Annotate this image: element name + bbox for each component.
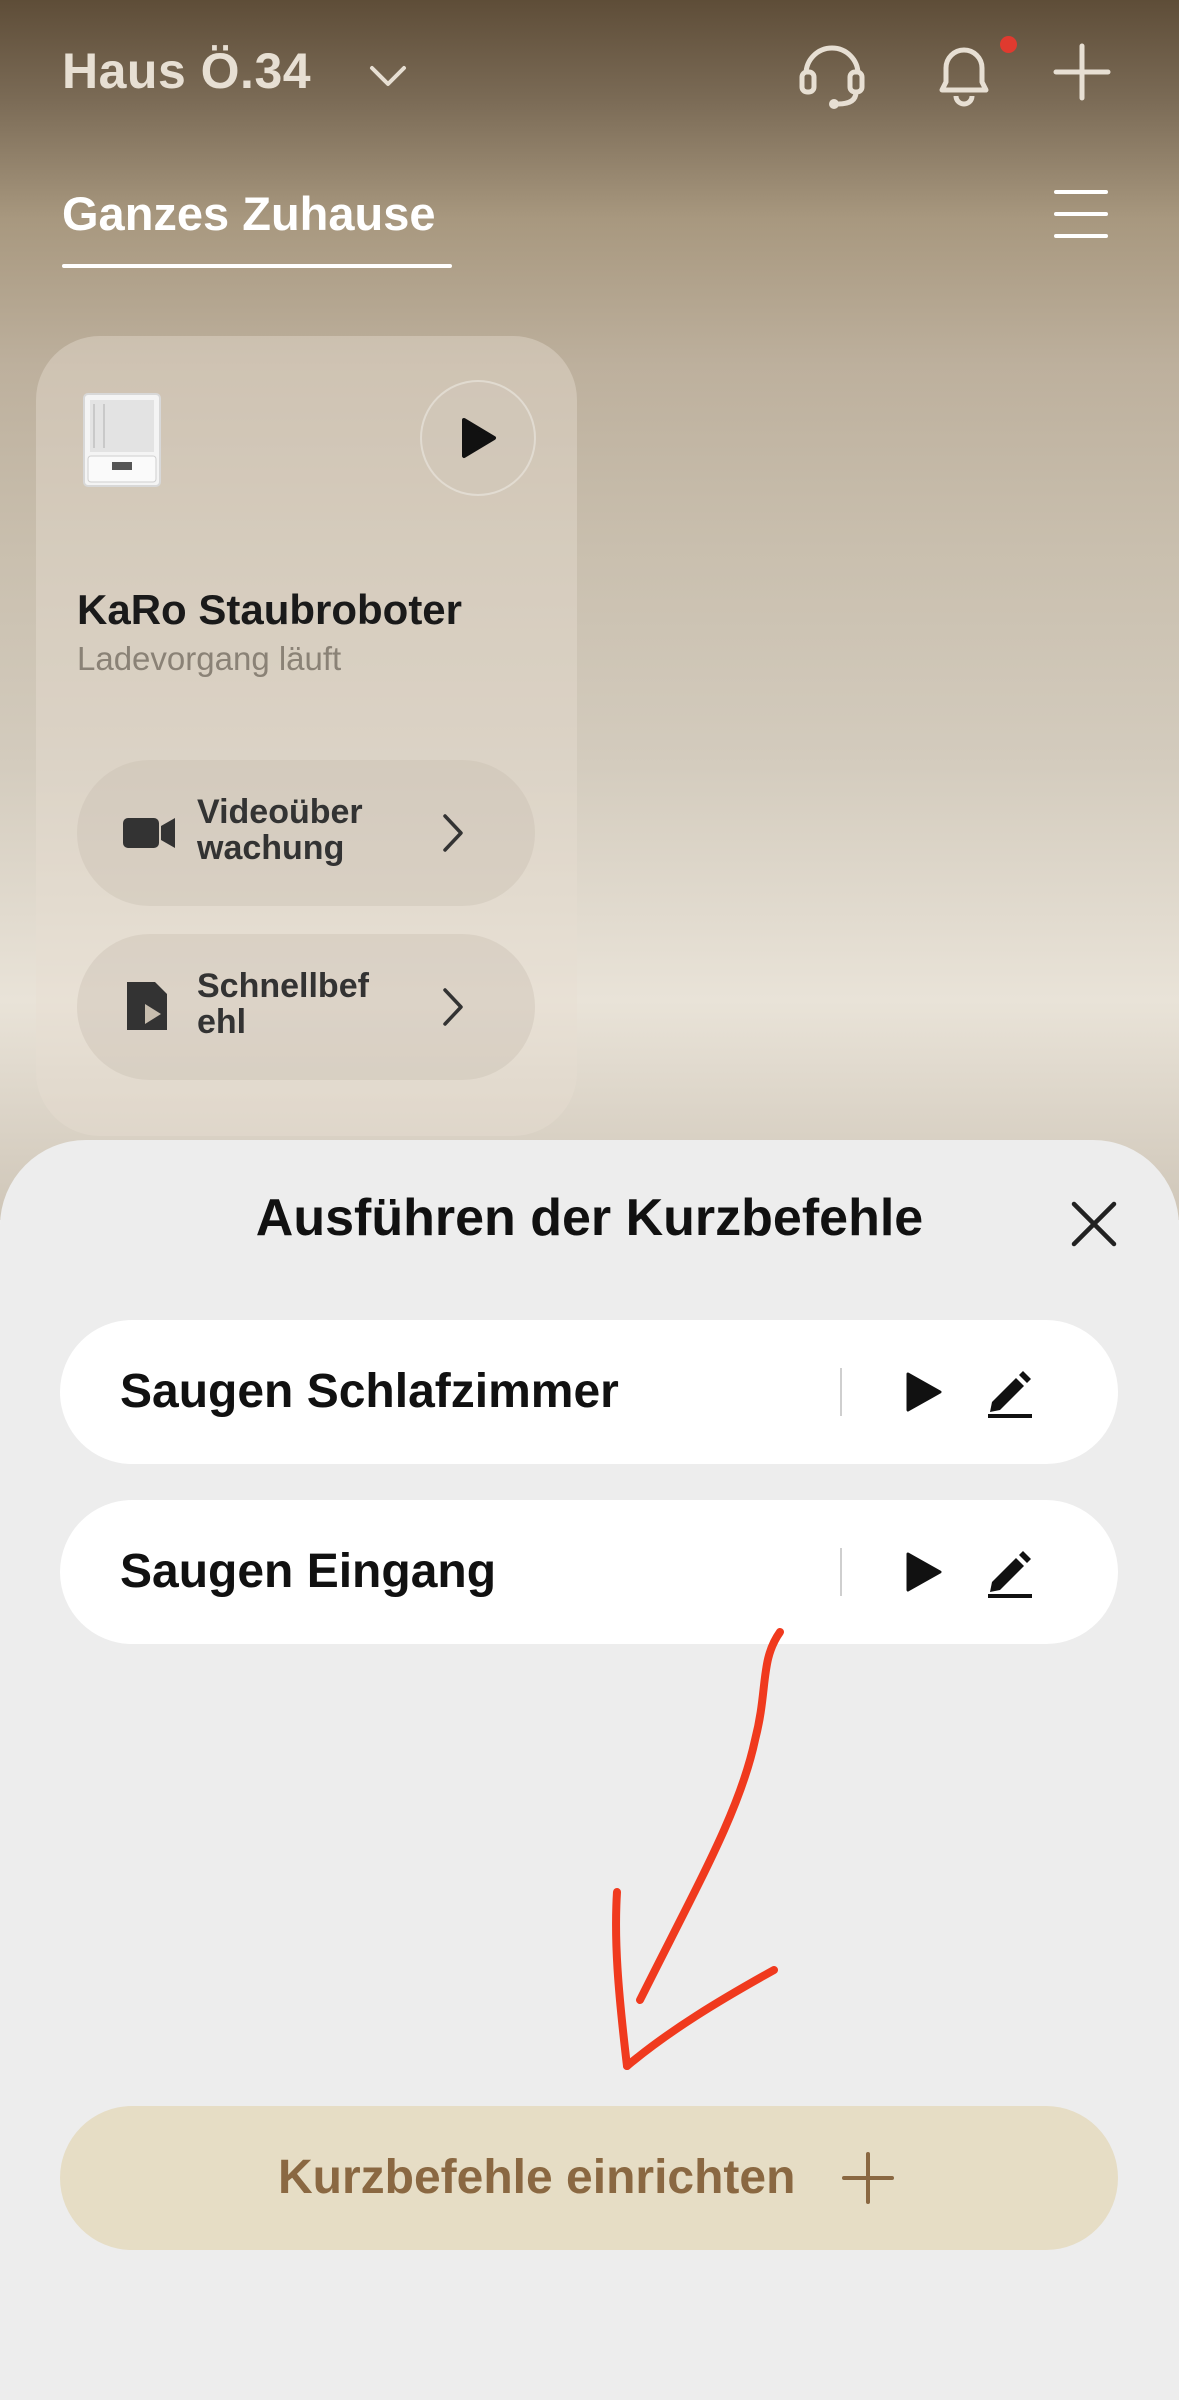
annotation-arrow [612,1628,784,2070]
play-icon[interactable] [896,1546,948,1598]
shortcut-label: Schnellbef ehl [197,967,369,1041]
start-cleaning-button[interactable] [420,380,536,496]
camera-icon [123,818,175,848]
close-icon[interactable] [1068,1198,1120,1250]
shortcut-doc-icon [127,982,167,1030]
divider [840,1368,842,1416]
home-selector-label[interactable]: Haus Ö.34 [62,42,311,100]
chevron-right-icon [443,988,463,1026]
notification-badge [1000,36,1017,53]
robot-vacuum-image [83,393,161,487]
video-surveillance-label: Videoüber wachung [197,793,363,867]
plus-icon [842,2152,894,2204]
setup-shortcuts-button[interactable]: Kurzbefehle einrichten [60,2106,1118,2250]
edit-pencil-icon[interactable] [982,1544,1038,1600]
shortcut-item[interactable]: Saugen Schlafzimmer [60,1320,1118,1464]
headset-support-icon[interactable] [792,32,872,112]
device-status: Ladevorgang läuft [77,640,342,677]
setup-shortcuts-label: Kurzbefehle einrichten [278,2151,796,2204]
top-bar: Haus Ö.34 [0,0,1179,150]
bell-icon[interactable] [924,32,1004,112]
shortcut-button[interactable]: Schnellbef ehl [77,934,535,1080]
divider [840,1548,842,1596]
play-icon [462,418,496,458]
add-icon[interactable] [1042,32,1122,112]
tab-active-indicator [62,264,452,268]
chevron-right-icon [443,814,463,852]
edit-pencil-icon[interactable] [982,1364,1038,1420]
sheet-title: Ausführen der Kurzbefehle [255,1189,924,1247]
shortcut-label: Saugen Schlafzimmer [120,1365,619,1418]
menu-icon[interactable] [1052,186,1110,242]
tab-whole-home[interactable]: Ganzes Zuhause [62,186,436,241]
chevron-down-icon[interactable] [368,60,408,90]
play-icon[interactable] [896,1366,948,1418]
shortcut-label: Saugen Eingang [120,1545,497,1598]
video-surveillance-button[interactable]: Videoüber wachung [77,760,535,906]
device-name: KaRo Staubroboter [77,586,463,633]
